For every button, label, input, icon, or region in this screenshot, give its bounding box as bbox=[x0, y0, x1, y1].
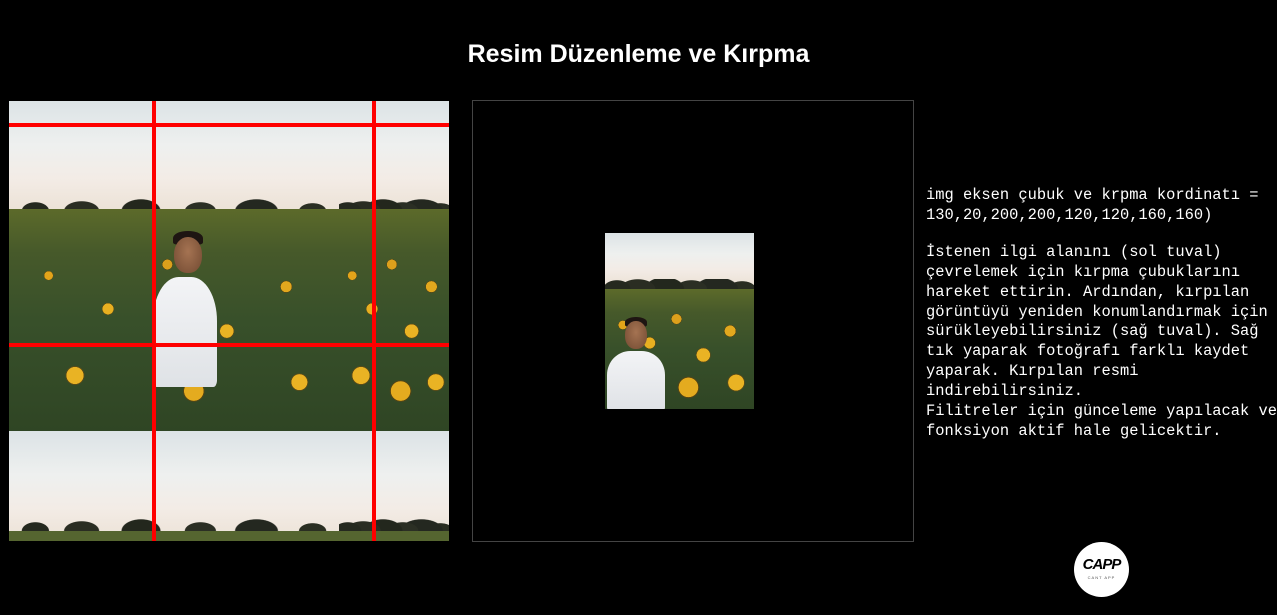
crop-bar-horizontal-top[interactable] bbox=[9, 123, 449, 127]
instructions-text: İstenen ilgi alanını (sol tuval) çevrele… bbox=[926, 242, 1268, 401]
logo-main-text: CAPP bbox=[1082, 556, 1122, 573]
crop-coordinates-text: img eksen çubuk ve krpma kordinatı = 130… bbox=[926, 186, 1259, 224]
crop-bar-horizontal-bottom[interactable] bbox=[9, 343, 449, 347]
source-image-tile bbox=[9, 431, 339, 541]
filters-note-text: Filitreler için günceleme yapılacak ve f… bbox=[926, 402, 1277, 440]
cropped-canvas[interactable] bbox=[472, 100, 914, 542]
capp-logo: CAPP CANT APP bbox=[1074, 542, 1129, 597]
cropped-image[interactable] bbox=[605, 233, 754, 409]
source-image-tile bbox=[9, 101, 339, 431]
source-image-tile bbox=[339, 431, 449, 541]
person-figure bbox=[607, 317, 667, 409]
crop-bar-vertical-right[interactable] bbox=[372, 101, 376, 541]
info-panel: img eksen çubuk ve krpma kordinatı = 130… bbox=[926, 186, 1277, 442]
source-image-tile bbox=[339, 101, 449, 431]
page-title: Resim Düzenleme ve Kırpma bbox=[467, 40, 810, 68]
source-canvas[interactable] bbox=[9, 101, 449, 541]
person-figure bbox=[149, 231, 229, 431]
crop-bar-vertical-left[interactable] bbox=[152, 101, 156, 541]
logo-sub-text: CANT APP bbox=[1087, 575, 1116, 580]
